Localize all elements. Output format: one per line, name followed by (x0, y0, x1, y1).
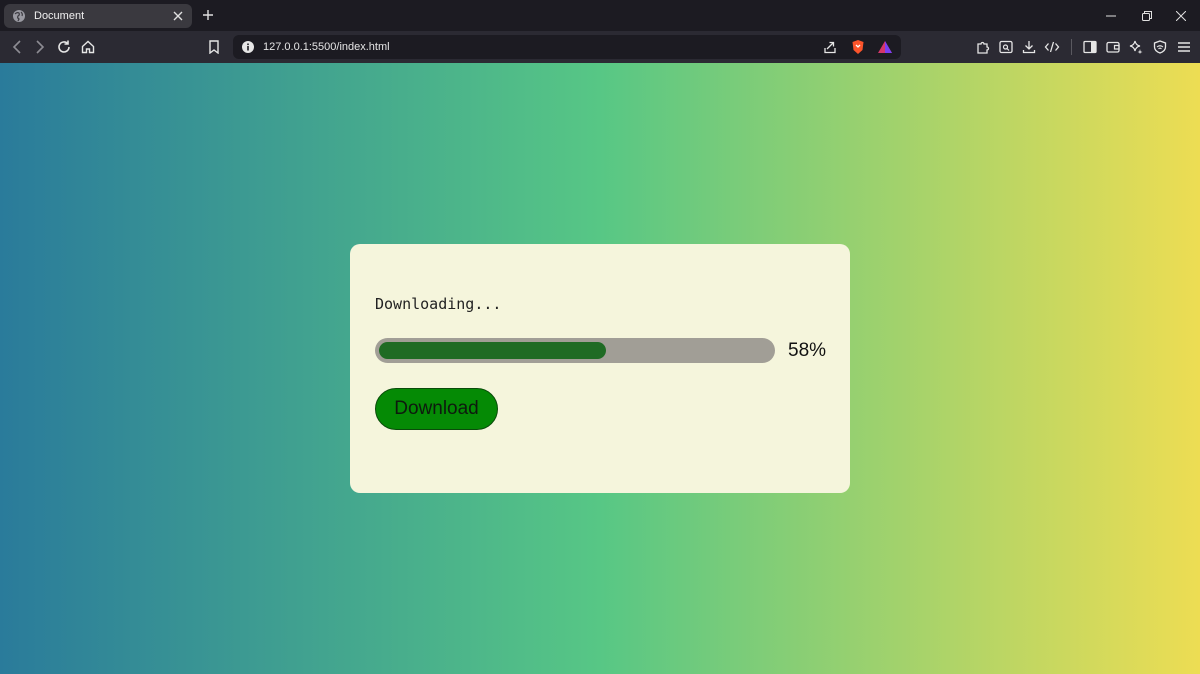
plus-icon (203, 10, 213, 20)
close-tab-icon[interactable] (170, 8, 186, 24)
download-status-text: Downloading... (375, 295, 502, 313)
wallet-icon (1106, 41, 1120, 53)
extensions-button[interactable] (974, 38, 992, 56)
brave-shield-icon (852, 40, 864, 54)
tab-title: Document (34, 10, 85, 22)
minimize-button[interactable] (1092, 0, 1130, 31)
puzzle-icon (977, 41, 990, 54)
page-background: Downloading... 58% Download (0, 63, 1200, 674)
menu-button[interactable] (1175, 38, 1193, 56)
sparkle-icon (1129, 40, 1143, 54)
close-window-button[interactable] (1162, 0, 1200, 31)
reload-icon (58, 40, 70, 53)
tab-search-icon (999, 40, 1013, 54)
reload-button[interactable] (55, 38, 73, 56)
browser-tab[interactable]: Document (4, 4, 192, 28)
restore-icon (1142, 10, 1152, 21)
sidebar-icon (1083, 40, 1097, 54)
wallet-button[interactable] (1104, 38, 1122, 56)
globe-icon (13, 10, 25, 22)
restore-button[interactable] (1128, 0, 1166, 31)
brave-rewards-icon (878, 41, 892, 53)
close-icon (1176, 10, 1186, 21)
downloads-button[interactable] (1020, 38, 1038, 56)
sidebar-button[interactable] (1081, 38, 1099, 56)
forward-button[interactable] (31, 38, 49, 56)
download-button[interactable]: Download (375, 388, 498, 430)
new-tab-button[interactable] (200, 7, 216, 23)
toolbar-divider (1071, 39, 1072, 55)
download-icon (1022, 41, 1036, 54)
share-button[interactable] (821, 38, 839, 56)
progress-bar (375, 338, 775, 363)
back-arrow-icon (12, 40, 21, 54)
tab-strip: Document (0, 0, 1200, 31)
progress-percent-label: 58% (788, 340, 827, 361)
download-card: Downloading... 58% Download (350, 244, 850, 493)
vpn-button[interactable] (1151, 38, 1169, 56)
url-text[interactable]: 127.0.0.1:5500/index.html (263, 40, 390, 54)
bookmark-icon (209, 40, 219, 54)
back-button[interactable] (8, 38, 26, 56)
home-icon (81, 40, 95, 54)
tab-search-button[interactable] (997, 38, 1015, 56)
home-button[interactable] (79, 38, 97, 56)
brave-rewards-button[interactable] (876, 38, 894, 56)
brave-shields-button[interactable] (849, 38, 867, 56)
forward-arrow-icon (36, 40, 45, 54)
site-info-icon[interactable] (241, 40, 255, 54)
devtools-button[interactable] (1043, 38, 1061, 56)
vpn-shield-icon (1153, 40, 1167, 54)
hamburger-menu-icon (1178, 42, 1190, 52)
code-icon (1044, 41, 1060, 53)
leo-ai-button[interactable] (1127, 38, 1145, 56)
minimize-icon (1106, 15, 1116, 16)
share-icon (824, 41, 836, 54)
bookmark-button[interactable] (205, 38, 223, 56)
progress-bar-fill (379, 342, 606, 359)
